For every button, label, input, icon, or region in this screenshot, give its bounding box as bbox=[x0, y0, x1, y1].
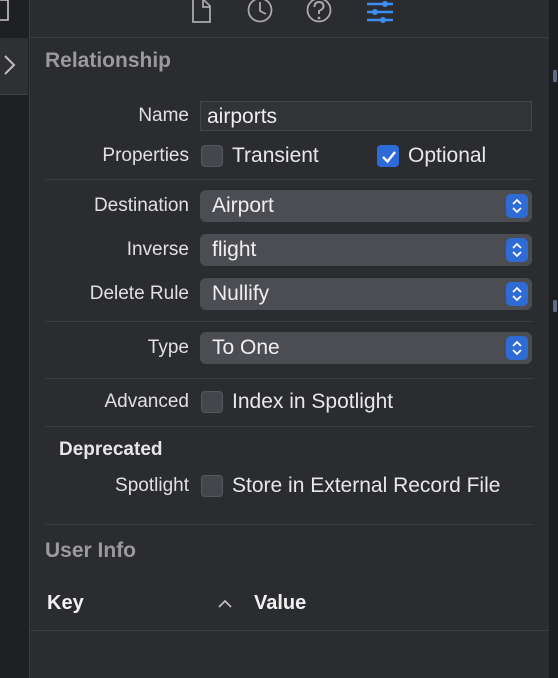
inspector-toolbar bbox=[30, 0, 549, 38]
right-editor-strip bbox=[548, 0, 558, 678]
delete-rule-value: Nullify bbox=[212, 282, 270, 305]
optional-checkbox[interactable] bbox=[377, 145, 399, 167]
divider bbox=[45, 378, 534, 379]
inverse-stepper bbox=[506, 238, 528, 262]
inverse-value: flight bbox=[212, 238, 257, 261]
up-down-chevron-icon bbox=[512, 242, 522, 258]
name-label: Name bbox=[138, 105, 189, 126]
history-inspector-icon[interactable] bbox=[246, 0, 274, 26]
chevron-right-icon bbox=[4, 55, 16, 75]
table-header-divider bbox=[30, 630, 549, 631]
store-external-record-label: Store in External Record File bbox=[232, 474, 501, 497]
destination-popup[interactable]: Airport bbox=[200, 190, 532, 222]
left-editor-strip bbox=[0, 0, 30, 678]
inverse-label: Inverse bbox=[126, 239, 189, 260]
help-inspector-icon[interactable] bbox=[305, 0, 333, 26]
name-field[interactable]: airports bbox=[200, 101, 532, 131]
type-value: To One bbox=[212, 336, 280, 359]
sort-ascending-icon[interactable] bbox=[217, 597, 233, 611]
divider bbox=[45, 321, 534, 322]
destination-label: Destination bbox=[93, 195, 189, 216]
divider bbox=[45, 426, 534, 427]
up-down-chevron-icon bbox=[512, 340, 522, 356]
destination-value: Airport bbox=[212, 194, 274, 217]
divider bbox=[45, 179, 534, 180]
value-column-header[interactable]: Value bbox=[254, 592, 306, 615]
key-column-header[interactable]: Key bbox=[47, 592, 84, 615]
delete-rule-label: Delete Rule bbox=[89, 283, 189, 304]
spotlight-label: Spotlight bbox=[115, 475, 189, 496]
inspector-panel: Relationship Name airports Properties Tr… bbox=[30, 0, 549, 678]
index-in-spotlight-label: Index in Spotlight bbox=[232, 390, 394, 413]
expand-inspector-tab[interactable] bbox=[0, 38, 28, 95]
relationship-section-title: Relationship bbox=[45, 49, 172, 72]
inverse-popup[interactable]: flight bbox=[200, 234, 532, 266]
properties-label: Properties bbox=[102, 145, 189, 166]
up-down-chevron-icon bbox=[512, 286, 522, 302]
index-in-spotlight-checkbox[interactable] bbox=[201, 391, 223, 413]
deprecated-heading: Deprecated bbox=[59, 439, 163, 460]
transient-label: Transient bbox=[232, 144, 319, 167]
file-inspector-icon[interactable] bbox=[190, 0, 214, 26]
type-stepper bbox=[506, 336, 528, 360]
right-edge-marker bbox=[553, 70, 557, 82]
checkmark-icon bbox=[382, 151, 396, 164]
document-icon bbox=[0, 0, 9, 21]
store-external-record-checkbox[interactable] bbox=[201, 475, 223, 497]
transient-checkbox[interactable] bbox=[201, 145, 223, 167]
right-edge-marker bbox=[553, 300, 557, 312]
attributes-inspector-icon[interactable] bbox=[365, 0, 395, 26]
delete-rule-stepper bbox=[506, 282, 528, 306]
type-popup[interactable]: To One bbox=[200, 332, 532, 364]
divider bbox=[45, 524, 534, 525]
destination-stepper bbox=[506, 194, 528, 218]
delete-rule-popup[interactable]: Nullify bbox=[200, 278, 532, 310]
type-label: Type bbox=[147, 337, 189, 358]
up-down-chevron-icon bbox=[512, 198, 522, 214]
advanced-label: Advanced bbox=[104, 391, 189, 412]
optional-label: Optional bbox=[408, 144, 487, 167]
user-info-section-title: User Info bbox=[45, 539, 137, 562]
